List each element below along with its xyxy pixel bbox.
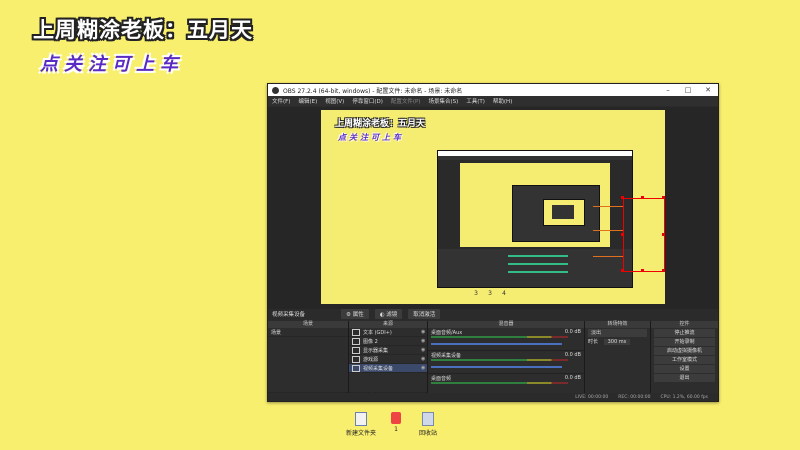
eye-icon: ◉ bbox=[421, 338, 426, 344]
settings-button[interactable]: 设置 bbox=[654, 365, 715, 373]
source-item[interactable]: 显示器采集 ◉ bbox=[349, 346, 427, 355]
canvas-title: 上周糊涂老板：五月天 bbox=[335, 119, 426, 129]
source-item[interactable]: 图像 2 ◉ bbox=[349, 337, 427, 346]
menu-profile[interactable]: 配置文件(P) bbox=[391, 97, 421, 105]
menu-edit[interactable]: 编辑(E) bbox=[298, 97, 317, 105]
transitions-dock: 转场特效 淡出 时长 300 ms bbox=[585, 321, 651, 401]
properties-button[interactable]: ⚙ 属性 bbox=[341, 309, 369, 319]
menu-help[interactable]: 帮助(H) bbox=[493, 97, 512, 105]
desktop-icon-new-folder[interactable]: 新建文件夹 bbox=[346, 412, 376, 437]
volume-slider[interactable] bbox=[431, 366, 563, 368]
start-recording-button[interactable]: 开始录制 bbox=[654, 338, 715, 346]
title-bar: OBS 27.2.4 (64-bit, windows) - 配置文件: 未命名… bbox=[268, 84, 718, 96]
folder-icon bbox=[355, 412, 367, 426]
mixer-channel: 桌面音频/Aux 0.0 dB bbox=[428, 328, 584, 351]
eye-icon: ◉ bbox=[421, 365, 426, 371]
deactivate-button[interactable]: 取消激活 bbox=[408, 309, 441, 319]
preview-area[interactable]: 上周糊涂老板：五月天 点关注可上车 3 3 4 bbox=[268, 107, 718, 309]
mixer-channel: 视频采集设备 0.0 dB bbox=[428, 351, 584, 374]
stop-streaming-button[interactable]: 停止推流 bbox=[654, 329, 715, 337]
eye-icon: ◉ bbox=[421, 329, 426, 335]
transition-select[interactable]: 淡出 bbox=[588, 329, 647, 337]
source-toolbar: 视频采集设备 ⚙ 属性 ◐ 滤镜 取消激活 bbox=[268, 309, 718, 319]
minimize-icon[interactable]: – bbox=[658, 86, 678, 94]
cpu-status: CPU: 1.2%, 60.00 fps bbox=[660, 394, 709, 400]
eye-icon: ◉ bbox=[421, 347, 426, 353]
volume-slider[interactable] bbox=[431, 343, 563, 345]
menu-bar: 文件(F) 编辑(E) 视图(V) 停靠窗口(D) 配置文件(P) 场景集合(S… bbox=[268, 96, 718, 106]
controls-dock: 控件 停止推流 开始录制 启动虚拟摄像机 工作室模式 设置 退出 bbox=[651, 321, 718, 401]
selection-box[interactable] bbox=[623, 198, 665, 272]
sources-header: 来源 bbox=[349, 321, 427, 328]
desktop-icon-recycle-bin[interactable]: 回收站 bbox=[413, 412, 443, 437]
menu-file[interactable]: 文件(F) bbox=[272, 97, 290, 105]
source-item[interactable]: 游戏源 ◉ bbox=[349, 355, 427, 364]
studio-mode-button[interactable]: 工作室模式 bbox=[654, 356, 715, 364]
live-status: LIVE: 00:00:00 bbox=[575, 394, 609, 400]
menu-docks[interactable]: 停靠窗口(D) bbox=[352, 97, 383, 105]
obs-window: OBS 27.2.4 (64-bit, windows) - 配置文件: 未命名… bbox=[267, 83, 719, 402]
preview-canvas[interactable]: 上周糊涂老板：五月天 点关注可上车 3 3 4 bbox=[321, 110, 665, 304]
exit-button[interactable]: 退出 bbox=[654, 374, 715, 382]
mixer-dock: 混音器 桌面音频/Aux 0.0 dB 视频采集设备 0.0 dB 桌面音频 0.0 … bbox=[428, 321, 585, 401]
close-icon[interactable]: ✕ bbox=[698, 86, 718, 94]
desktop-icon-1[interactable]: 1 bbox=[381, 412, 411, 433]
selected-source-label: 视频采集设备 bbox=[272, 312, 306, 318]
rec-status: REC: 00:00:00 bbox=[618, 394, 651, 400]
recycle-bin-icon bbox=[422, 412, 434, 426]
maximize-icon[interactable]: □ bbox=[678, 86, 698, 94]
virtual-camera-button[interactable]: 启动虚拟摄像机 bbox=[654, 347, 715, 355]
scenes-dock: 场景 场景 + − ∧ ∨ bbox=[268, 321, 349, 401]
menu-tools[interactable]: 工具(T) bbox=[466, 97, 485, 105]
filters-button[interactable]: ◐ 滤镜 bbox=[374, 309, 403, 319]
status-bar: LIVE: 00:00:00 REC: 00:00:00 CPU: 1.2%, … bbox=[268, 393, 718, 401]
canvas-subtitle: 点关注可上车 bbox=[338, 133, 404, 142]
window-title: OBS 27.2.4 (64-bit, windows) - 配置文件: 未命名… bbox=[283, 87, 463, 95]
duration-row: 时长 300 ms bbox=[585, 338, 650, 345]
canvas-desktop-icons: 334 bbox=[474, 290, 506, 297]
source-item-selected[interactable]: 视频采集设备 ◉ bbox=[349, 364, 427, 373]
nested-obs-capture bbox=[437, 150, 633, 288]
duration-input[interactable]: 300 ms bbox=[603, 339, 631, 345]
obs-logo-icon bbox=[272, 86, 279, 94]
sources-dock: 来源 文本 (GDI+) ◉ 图像 2 ◉ 显示器采集 ◉ 游戏源 ◉ 视频采集设备 ◉ … bbox=[349, 321, 428, 401]
scene-item[interactable]: 场景 bbox=[268, 328, 348, 337]
controls-header: 控件 bbox=[651, 321, 718, 328]
overlay-subtitle: 点关注可上车 bbox=[40, 54, 184, 75]
overlay-title: 上周糊涂老板：五月天 bbox=[33, 18, 253, 42]
docks: 场景 场景 + − ∧ ∨ 来源 文本 (GDI+)◉ 图像 2◉ 显示器采集◉… bbox=[268, 321, 718, 401]
mixer-header: 混音器 bbox=[428, 321, 584, 328]
transitions-header: 转场特效 bbox=[585, 321, 650, 328]
menu-view[interactable]: 视图(V) bbox=[325, 97, 344, 105]
menu-scene-collection[interactable]: 场景集合(S) bbox=[428, 97, 458, 105]
file-icon bbox=[391, 412, 401, 424]
source-item[interactable]: 文本 (GDI+) ◉ bbox=[349, 328, 427, 337]
eye-icon: ◉ bbox=[421, 356, 426, 362]
scenes-header: 场景 bbox=[268, 321, 348, 328]
